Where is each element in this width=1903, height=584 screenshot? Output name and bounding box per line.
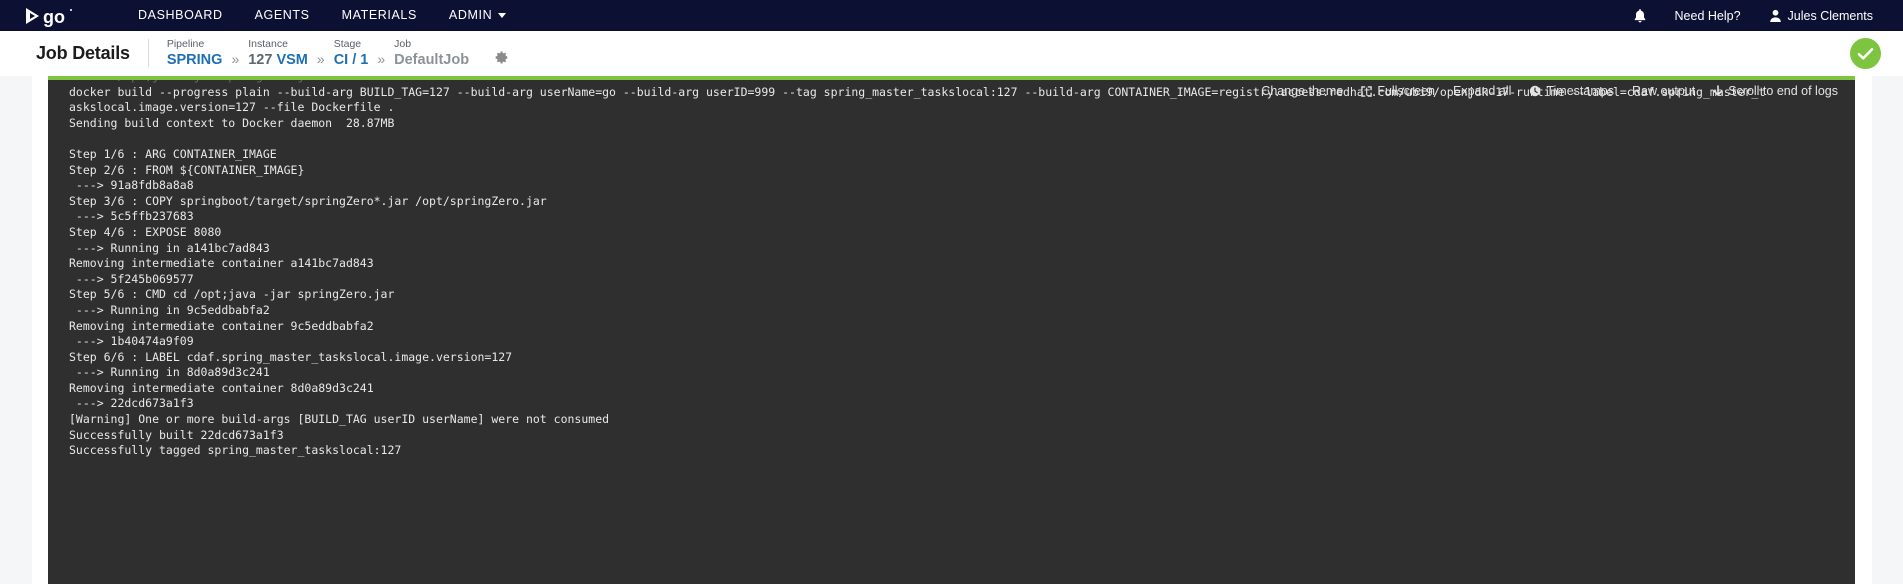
log-line: Removing intermediate container 9c5eddba… xyxy=(69,318,374,333)
user-name-label: Jules Clements xyxy=(1787,8,1873,23)
log-line: ---> 5f245b069577 xyxy=(69,271,194,286)
nav-label-materials: MATERIALS xyxy=(341,8,417,22)
log-line: ---> 5c5ffb237683 xyxy=(69,209,194,224)
nav-label-admin: ADMIN xyxy=(448,8,493,22)
log-line: [Warning] One or more build-args [BUILD_… xyxy=(69,412,610,427)
timestamps-label: Timestamps xyxy=(1546,84,1614,98)
need-help-label: Need Help? xyxy=(1674,8,1741,23)
log-line: Step 6/6 : LABEL cdaf.spring_master_task… xyxy=(69,349,513,364)
log-line: Step 4/6 : EXPOSE 8080 xyxy=(69,224,222,239)
log-line: ---> 22dcd673a1f3 xyxy=(69,396,194,411)
page-header: Job Details Pipeline SPRING » Instance 1… xyxy=(0,31,1903,76)
settings-button[interactable] xyxy=(491,48,509,66)
raw-output-label: Raw output xyxy=(1631,84,1696,98)
change-theme-button[interactable]: Change theme xyxy=(1252,84,1352,98)
breadcrumb: Pipeline SPRING » Instance 127 VSM » Sta… xyxy=(166,37,470,68)
nav-right-group: Need Help? Jules Clements xyxy=(1619,0,1887,31)
console-output[interactable]: Change theme Fullscreen Expand all Times… xyxy=(48,76,1855,584)
timestamps-button[interactable]: Timestamps xyxy=(1520,84,1623,98)
log-line: Successfully built 22dcd673a1f3 xyxy=(69,427,284,442)
log-line: Removing intermediate container 8d0a89d3… xyxy=(69,380,374,395)
scroll-to-end-label: Scroll to end of logs xyxy=(1728,84,1838,98)
breadcrumb-value-stage[interactable]: CI / 1 xyxy=(334,53,369,68)
console-toolbar: Change theme Fullscreen Expand all Times… xyxy=(1252,80,1855,102)
log-line: ---> Running in 8d0a89d3c241 xyxy=(69,365,270,380)
instance-counter-link[interactable]: VSM xyxy=(276,52,307,68)
status-badge[interactable] xyxy=(1850,38,1881,69)
log-line: Successfully tagged spring_master_tasksl… xyxy=(69,443,402,458)
arrow-down-icon xyxy=(1713,85,1723,97)
breadcrumb-stage: Stage CI / 1 xyxy=(333,37,369,68)
expand-all-button[interactable]: Expand all xyxy=(1444,84,1520,98)
primary-nav-links: DASHBOARD AGENTS MATERIALS ADMIN xyxy=(122,0,522,31)
go-logo-icon: go xyxy=(26,7,72,27)
log-line: ---> Running in 9c5eddbabfa2 xyxy=(69,302,270,317)
nav-item-admin[interactable]: ADMIN xyxy=(433,0,522,31)
go-logo[interactable]: go xyxy=(24,0,86,31)
clock-icon xyxy=(1529,85,1541,97)
log-line: Sending build context to Docker daemon 2… xyxy=(69,115,395,130)
breadcrumb-separator: » xyxy=(231,50,240,67)
top-navigation-bar: go DASHBOARD AGENTS MATERIALS ADMIN Need… xyxy=(0,0,1903,31)
need-help-link[interactable]: Need Help? xyxy=(1661,0,1755,31)
nav-item-materials[interactable]: MATERIALS xyxy=(326,0,433,31)
gear-icon xyxy=(495,50,507,64)
bell-icon xyxy=(1634,8,1645,22)
expand-all-label: Expand all xyxy=(1452,84,1512,98)
console-region: Change theme Fullscreen Expand all Times… xyxy=(0,76,1903,584)
console-accent-bar xyxy=(48,76,1855,80)
chevron-down-icon xyxy=(498,13,507,18)
fullscreen-button[interactable]: Fullscreen xyxy=(1352,84,1444,98)
log-line: ---> 1b40474a9f09 xyxy=(69,334,194,349)
breadcrumb-job: Job DefaultJob xyxy=(394,37,470,68)
breadcrumb-value-pipeline[interactable]: SPRING xyxy=(167,53,223,68)
log-line: Removing intermediate container a141bc7a… xyxy=(69,256,374,271)
breadcrumb-label-pipeline: Pipeline xyxy=(166,37,205,50)
nav-label-agents: AGENTS xyxy=(254,8,310,22)
log-line: Step 3/6 : COPY springboot/target/spring… xyxy=(69,193,547,208)
console-log-body[interactable]: CMD cd /opt;java -jar springZero.jardock… xyxy=(48,76,1855,584)
log-line: Step 2/6 : FROM ${CONTAINER_IMAGE} xyxy=(69,162,305,177)
fullscreen-label: Fullscreen xyxy=(1377,84,1435,98)
log-line: Step 5/6 : CMD cd /opt;java -jar springZ… xyxy=(69,287,395,302)
expand-icon xyxy=(1361,85,1373,97)
page-title: Job Details xyxy=(36,42,130,63)
breadcrumb-separator: » xyxy=(377,50,386,67)
nav-item-dashboard[interactable]: DASHBOARD xyxy=(122,0,239,31)
breadcrumb-label-instance: Instance xyxy=(248,37,288,50)
breadcrumb-value-job: DefaultJob xyxy=(394,52,470,68)
raw-output-button[interactable]: Raw output xyxy=(1623,84,1704,98)
check-icon xyxy=(1857,47,1874,60)
nav-item-agents[interactable]: AGENTS xyxy=(239,0,326,31)
person-icon xyxy=(1769,9,1781,22)
breadcrumb-label-stage: Stage xyxy=(333,37,362,50)
console-panel: Change theme Fullscreen Expand all Times… xyxy=(32,76,1872,584)
instance-number: 127 xyxy=(248,52,277,68)
user-menu[interactable]: Jules Clements xyxy=(1755,0,1887,31)
nav-label-dashboard: DASHBOARD xyxy=(138,8,223,22)
breadcrumb-value-instance[interactable]: 127 VSM xyxy=(248,53,308,68)
header-divider xyxy=(147,39,149,67)
notifications-button[interactable] xyxy=(1619,0,1661,31)
log-line: askslocal.image.version=127 --file Docke… xyxy=(69,100,395,115)
svg-text:go: go xyxy=(43,7,65,27)
breadcrumb-instance: Instance 127 VSM xyxy=(248,37,308,68)
log-line: ---> Running in a141bc7ad843 xyxy=(69,240,270,255)
breadcrumb-separator: » xyxy=(316,50,325,67)
breadcrumb-pipeline: Pipeline SPRING xyxy=(166,37,223,68)
log-line: Step 1/6 : ARG CONTAINER_IMAGE xyxy=(69,146,277,161)
breadcrumb-label-job: Job xyxy=(394,37,412,50)
scroll-to-end-button[interactable]: Scroll to end of logs xyxy=(1704,84,1847,98)
log-line: ---> 91a8fdb8a8a8 xyxy=(69,178,194,193)
change-theme-label: Change theme xyxy=(1261,84,1344,98)
